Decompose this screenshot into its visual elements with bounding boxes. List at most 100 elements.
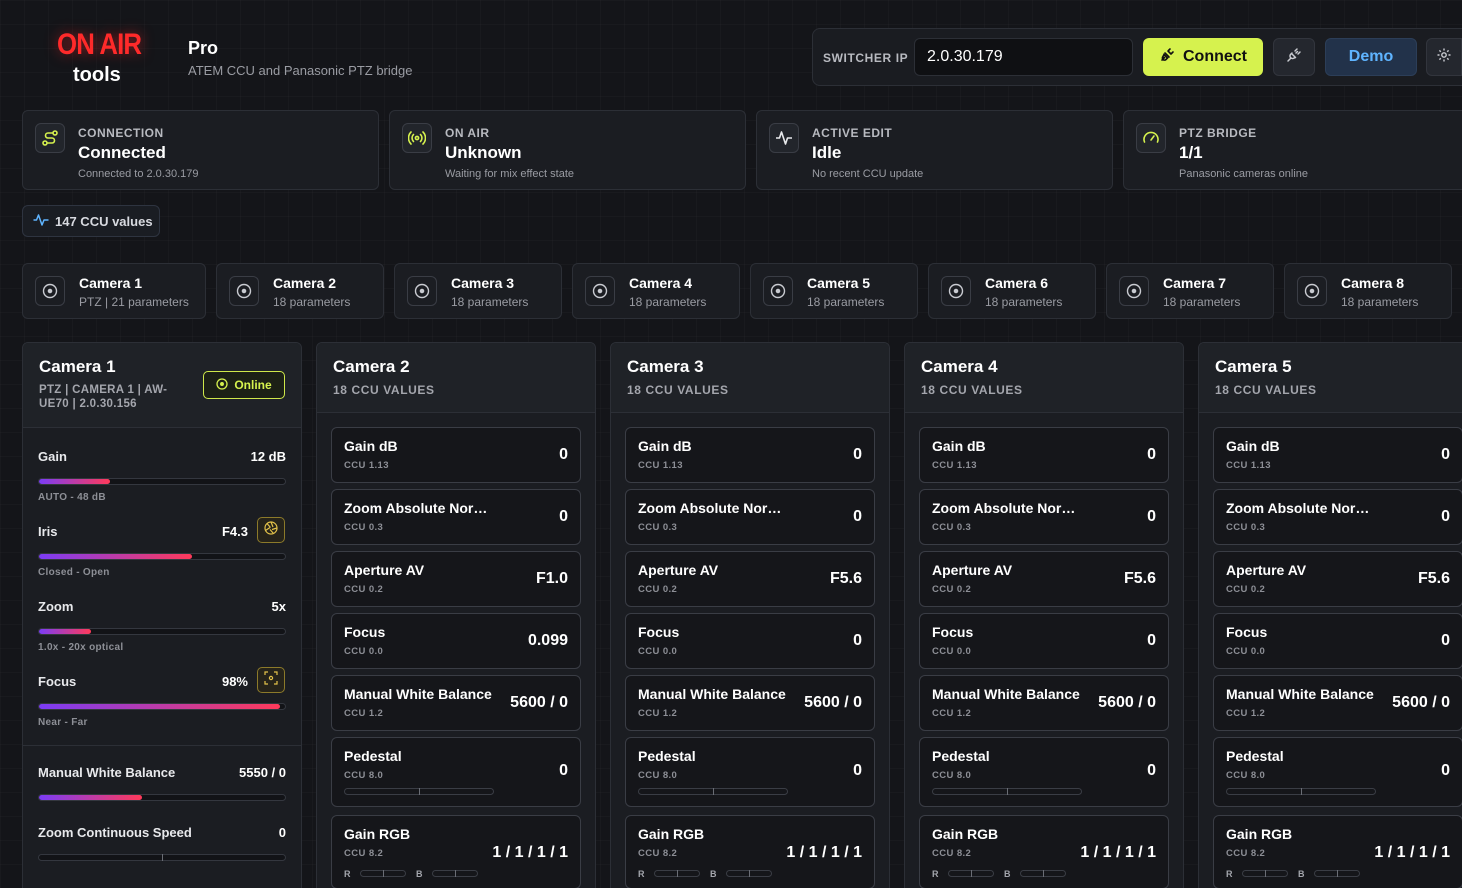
ccu-row[interactable]: Manual White Balance CCU 1.2 5600 / 0: [1213, 675, 1462, 731]
red-bar[interactable]: [1242, 870, 1288, 877]
control-value: 5x: [271, 599, 286, 614]
ccu-row[interactable]: Zoom Absolute Normalized CCU 0.3 0: [1213, 489, 1462, 545]
control-value: F4.3: [221, 524, 248, 539]
ccu-value: 0: [559, 508, 568, 525]
auto-focus-button[interactable]: [257, 667, 285, 693]
ccu-row[interactable]: Gain dB CCU 1.13 0: [919, 427, 1169, 483]
white-balance-slider[interactable]: [38, 794, 286, 801]
disconnect-button[interactable]: [1273, 38, 1315, 76]
slider-fill: [39, 479, 111, 484]
center-tick: [1265, 870, 1266, 877]
tab-camera-2[interactable]: Camera 2 18 parameters: [216, 263, 384, 319]
ccu-row[interactable]: Gain RGB CCU 8.2 1 / 1 / 1 / 1 R B: [625, 815, 875, 888]
ccu-row[interactable]: Aperture AV CCU 0.2 F5.6: [625, 551, 875, 607]
ccu-value: 0: [1147, 632, 1156, 649]
zoom-slider[interactable]: [38, 628, 286, 635]
ccu-row[interactable]: Gain dB CCU 1.13 0: [625, 427, 875, 483]
blue-bar[interactable]: [1020, 870, 1066, 877]
panel-meta: 18 CCU VALUES: [1215, 383, 1317, 397]
tab-params: 18 parameters: [1163, 295, 1241, 309]
ccu-row[interactable]: Pedestal CCU 8.0 0: [625, 737, 875, 807]
app-title: Pro: [188, 38, 219, 58]
pedestal-bar[interactable]: [932, 788, 1082, 795]
tab-camera-5[interactable]: Camera 5 18 parameters: [750, 263, 918, 319]
control-label: Zoom Continuous Speed: [38, 825, 192, 840]
rgb-label-b: B: [1004, 869, 1011, 879]
ccu-name: Gain RGB: [932, 826, 999, 842]
center-tick: [1337, 870, 1338, 877]
status-label: ACTIVE EDIT: [812, 126, 893, 140]
ccu-row[interactable]: Manual White Balance CCU 1.2 5600 / 0: [625, 675, 875, 731]
ccu-row[interactable]: Focus CCU 0.0 0: [1213, 613, 1462, 669]
ccu-value: 1 / 1 / 1 / 1: [1080, 844, 1156, 861]
tab-camera-1[interactable]: Camera 1 PTZ | 21 parameters: [22, 263, 206, 319]
demo-button[interactable]: Demo: [1325, 38, 1417, 76]
ccu-value: 5600 / 0: [510, 694, 568, 711]
ccu-value: 0: [559, 446, 568, 463]
ccu-row[interactable]: Gain RGB CCU 8.2 1 / 1 / 1 / 1 R B: [331, 815, 581, 888]
status-sub: No recent CCU update: [812, 168, 924, 180]
ccu-row[interactable]: Gain dB CCU 1.13 0: [1213, 427, 1462, 483]
zoom-speed-slider[interactable]: [38, 854, 286, 861]
tab-camera-3[interactable]: Camera 3 18 parameters: [394, 263, 562, 319]
ccu-value: 0: [853, 762, 862, 779]
ccu-id: CCU 8.2: [1226, 848, 1266, 859]
divider: [23, 745, 301, 746]
ccu-name: Manual White Balance: [344, 686, 492, 702]
tab-camera-8[interactable]: Camera 8 18 parameters: [1284, 263, 1452, 319]
gauge-icon: [1136, 123, 1166, 153]
blue-bar[interactable]: [1314, 870, 1360, 877]
status-sub: Waiting for mix effect state: [445, 168, 574, 180]
ccu-row[interactable]: Aperture AV CCU 0.2 F1.0: [331, 551, 581, 607]
iris-slider[interactable]: [38, 553, 286, 560]
blue-bar[interactable]: [432, 870, 478, 877]
ccu-id: CCU 1.2: [638, 708, 678, 719]
ccu-row[interactable]: Manual White Balance CCU 1.2 5600 / 0: [919, 675, 1169, 731]
ccu-row[interactable]: Manual White Balance CCU 1.2 5600 / 0: [331, 675, 581, 731]
ccu-row[interactable]: Zoom Absolute Normalized CCU 0.3 0: [625, 489, 875, 545]
pedestal-bar[interactable]: [344, 788, 494, 795]
red-bar[interactable]: [654, 870, 700, 877]
ccu-row[interactable]: Focus CCU 0.0 0.099: [331, 613, 581, 669]
red-bar[interactable]: [360, 870, 406, 877]
ccu-row[interactable]: Focus CCU 0.0 0: [919, 613, 1169, 669]
online-badge: Online: [203, 371, 285, 399]
ccu-id: CCU 0.2: [932, 584, 972, 595]
tab-params: 18 parameters: [629, 295, 707, 309]
ccu-row[interactable]: Gain RGB CCU 8.2 1 / 1 / 1 / 1 R B: [1213, 815, 1462, 888]
ccu-row[interactable]: Aperture AV CCU 0.2 F5.6: [919, 551, 1169, 607]
ccu-row[interactable]: Pedestal CCU 8.0 0: [331, 737, 581, 807]
ccu-value: 1 / 1 / 1 / 1: [1374, 844, 1450, 861]
status-card-connection: CONNECTION Connected Connected to 2.0.30…: [22, 110, 379, 190]
focus-slider[interactable]: [38, 703, 286, 710]
auto-iris-button[interactable]: [257, 517, 285, 543]
camera-panel: Camera 2 18 CCU VALUES Gain dB CCU 1.13 0 Zoo…: [316, 342, 596, 888]
ccu-value: F5.6: [1417, 570, 1450, 587]
pedestal-bar[interactable]: [1226, 788, 1376, 795]
connect-button[interactable]: Connect: [1143, 38, 1263, 76]
ccu-id: CCU 8.0: [638, 770, 678, 781]
ccu-name: Gain dB: [1226, 438, 1280, 454]
ccu-name: Focus: [344, 624, 386, 640]
gain-slider[interactable]: [38, 478, 286, 485]
settings-button[interactable]: [1426, 38, 1462, 76]
ccu-row[interactable]: Aperture AV CCU 0.2 F5.6: [1213, 551, 1462, 607]
ccu-row[interactable]: Gain RGB CCU 8.2 1 / 1 / 1 / 1 R B: [919, 815, 1169, 888]
tab-camera-6[interactable]: Camera 6 18 parameters: [928, 263, 1096, 319]
camera-icon: [229, 276, 259, 306]
tab-camera-4[interactable]: Camera 4 18 parameters: [572, 263, 740, 319]
switcher-ip-input[interactable]: [914, 38, 1133, 76]
center-tick: [677, 870, 678, 877]
ccu-row[interactable]: Zoom Absolute Normalized CCU 0.3 0: [331, 489, 581, 545]
blue-bar[interactable]: [726, 870, 772, 877]
ccu-row[interactable]: Zoom Absolute Normalized CCU 0.3 0: [919, 489, 1169, 545]
ccu-row[interactable]: Focus CCU 0.0 0: [625, 613, 875, 669]
red-bar[interactable]: [948, 870, 994, 877]
tab-camera-7[interactable]: Camera 7 18 parameters: [1106, 263, 1274, 319]
tab-name: Camera 5: [807, 275, 871, 291]
pedestal-bar[interactable]: [638, 788, 788, 795]
ccu-id: CCU 8.0: [932, 770, 972, 781]
ccu-row[interactable]: Pedestal CCU 8.0 0: [1213, 737, 1462, 807]
ccu-row[interactable]: Gain dB CCU 1.13 0: [331, 427, 581, 483]
ccu-row[interactable]: Pedestal CCU 8.0 0: [919, 737, 1169, 807]
